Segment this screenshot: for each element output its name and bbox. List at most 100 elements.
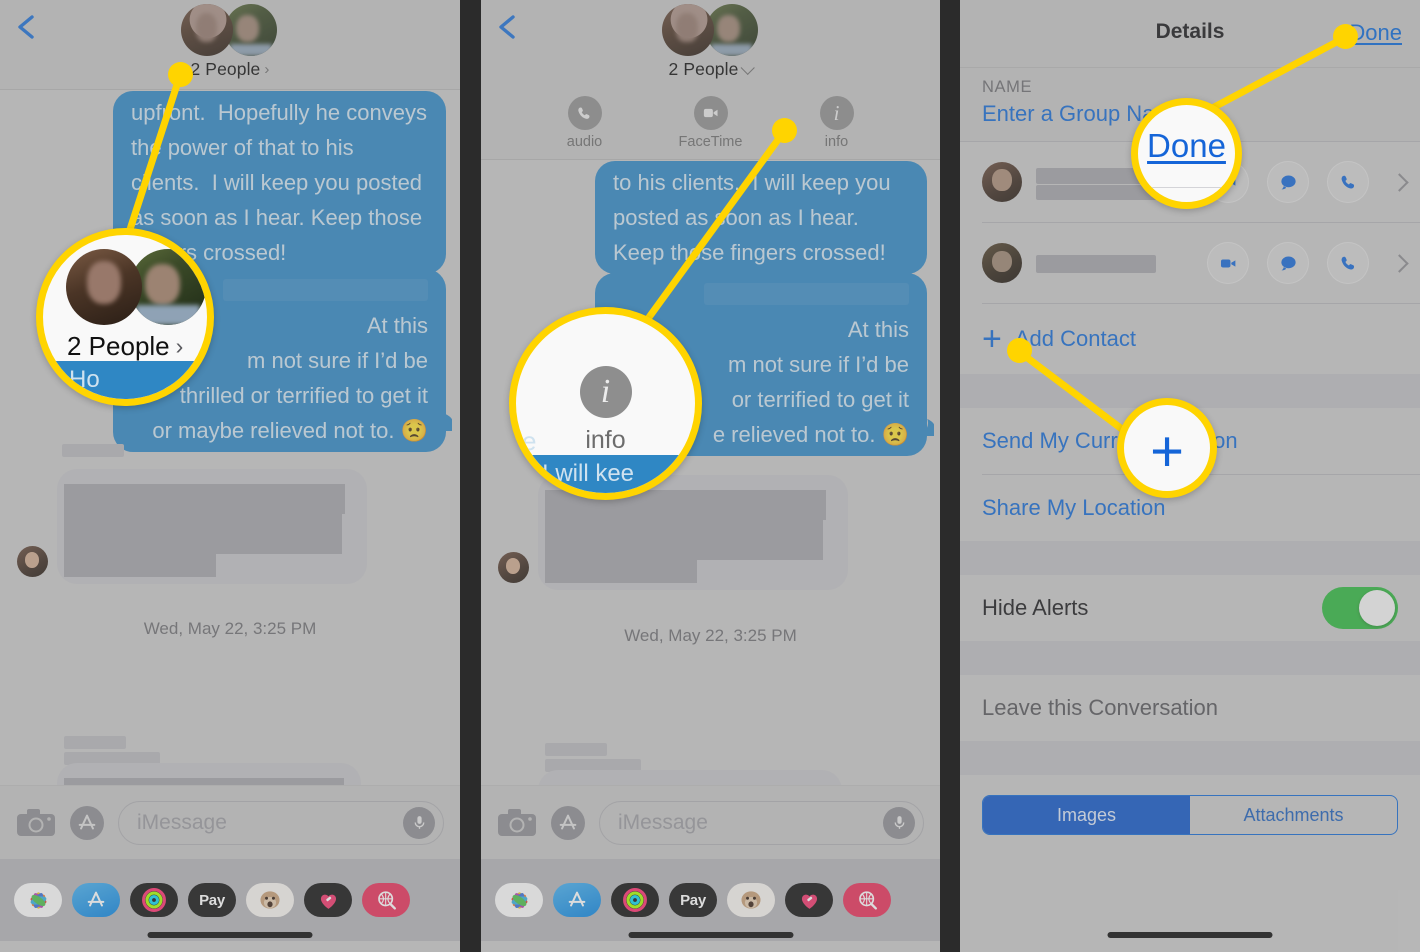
phone-icon[interactable] [1327,242,1369,284]
group-header[interactable]: 2 People [481,4,940,80]
section-gap [960,374,1420,408]
send-current-location-button[interactable]: Send My Current Location [960,408,1420,474]
nav-bar: 2 People › [0,0,460,90]
app-store-app-icon[interactable] [72,883,120,917]
tab-attachments[interactable]: Attachments [1190,796,1397,834]
images-search-app-icon[interactable] [362,883,410,917]
phone-icon[interactable] [1327,161,1369,203]
quick-action-facetime[interactable]: FaceTime [679,96,743,150]
name-section: NAME Enter a Group Name [960,68,1420,141]
activity-rings-app-icon[interactable] [611,883,659,917]
hide-alerts-row[interactable]: Hide Alerts [960,575,1420,641]
message-bubble-outgoing[interactable]: upfront. Hopefully he conveys the power … [113,91,446,274]
message-bubble-outgoing[interactable]: to his clients. I will keep you posted a… [595,161,927,274]
group-header[interactable]: 2 People › [0,4,460,80]
day-timestamp: Wed, May 22, 3:25 PM [143,619,317,638]
home-indicator [628,932,793,938]
images-search-app-icon[interactable] [843,883,891,917]
section-gap [960,741,1420,775]
bubble-tail [430,409,452,431]
leave-conversation-button[interactable]: Leave this Conversation [960,675,1420,741]
quick-action-label: info [824,134,849,150]
app-store-app-icon[interactable] [553,883,601,917]
panel-messages-quickactions: 2 People audio FaceTime i info to his cl… [481,0,940,952]
avatar [982,243,1022,283]
add-contact-button[interactable]: + Add Contact [960,304,1420,374]
video-camera-icon [693,96,728,130]
camera-icon[interactable] [497,808,537,838]
message-input[interactable]: iMessage [599,800,924,845]
group-name-input[interactable]: Enter a Group Name [960,101,1420,141]
message-input-placeholder: iMessage [137,810,227,834]
imessage-app-drawer: Pay [481,859,940,941]
avatar [17,546,48,577]
message-bubble-outgoing[interactable]: At this m not sure if I’d be thrilled or… [113,269,446,452]
app-store-icon[interactable] [70,805,104,840]
message-bubble-outgoing[interactable]: At this m not sure if I’d be or terrifie… [595,273,927,456]
apple-pay-app-icon[interactable]: Pay [669,883,717,917]
chevron-right-icon [1390,172,1409,192]
redacted-label [545,743,607,756]
done-button[interactable]: Done [1349,20,1402,46]
group-avatars [181,4,279,56]
avatar [661,4,714,56]
contact-row[interactable] [960,223,1420,303]
media-segmented-control: Images Attachments [982,795,1398,835]
app-store-icon[interactable] [551,805,585,840]
photos-app-icon[interactable] [14,883,62,917]
contact-name-redacted [1036,243,1207,283]
message-composer: iMessage [481,785,940,859]
music-heart-app-icon[interactable] [785,883,833,917]
quick-action-label: audio [566,134,603,150]
message-bubble-icon[interactable] [1267,242,1309,284]
photos-app-icon[interactable] [495,883,543,917]
tab-images[interactable]: Images [983,796,1190,834]
hide-alerts-toggle[interactable] [1322,587,1398,629]
message-input-placeholder: iMessage [618,810,708,834]
name-section-label: NAME [982,78,1033,96]
avatar [181,4,233,56]
message-bubble-icon[interactable] [1267,161,1309,203]
quick-action-audio[interactable]: audio [553,96,617,150]
camera-icon[interactable] [16,808,56,838]
imessage-app-drawer: Pay [0,859,460,941]
plus-icon: + [982,319,1002,358]
message-input[interactable]: iMessage [118,800,444,845]
section-gap [960,541,1420,575]
message-bubble-incoming[interactable] [538,475,848,590]
animoji-app-icon[interactable] [246,883,294,917]
message-bubble-incoming[interactable] [57,469,367,584]
music-heart-app-icon[interactable] [304,883,352,917]
quick-action-info[interactable]: i info [805,96,869,150]
contact-actions [1207,242,1409,284]
chevron-right-icon: › [264,61,270,78]
redacted-label [543,449,605,462]
contact-name-redacted [1036,162,1207,202]
quick-action-label: FaceTime [678,134,743,150]
microphone-icon[interactable] [883,806,915,839]
microphone-icon[interactable] [403,806,435,839]
activity-rings-app-icon[interactable] [130,883,178,917]
apple-pay-app-icon[interactable]: Pay [188,883,236,917]
video-camera-icon[interactable] [1207,161,1249,203]
contact-row[interactable] [960,142,1420,222]
home-indicator [1107,932,1273,938]
section-gap [960,641,1420,675]
group-name-label[interactable]: 2 People › [0,59,460,80]
hide-alerts-label: Hide Alerts [982,595,1089,620]
home-indicator [147,932,313,938]
animoji-app-icon[interactable] [727,883,775,917]
screenshot-stage: 2 People › upfront. Hopefully he conveys… [0,0,1420,952]
nav-bar: 2 People audio FaceTime i info [481,0,940,160]
group-name-label[interactable]: 2 People [481,59,940,80]
details-nav-bar: Details Done [960,0,1420,68]
phone-icon [567,96,602,130]
video-camera-icon[interactable] [1207,242,1249,284]
quick-action-row: audio FaceTime i info [481,96,940,150]
info-icon: i [819,96,854,130]
add-contact-label: Add Contact [1014,326,1136,351]
group-name-text: 2 People [190,59,261,79]
share-my-location-button[interactable]: Share My Location [960,475,1420,541]
chevron-down-icon [741,60,756,75]
day-timestamp: Wed, May 22, 3:25 PM [624,626,797,645]
